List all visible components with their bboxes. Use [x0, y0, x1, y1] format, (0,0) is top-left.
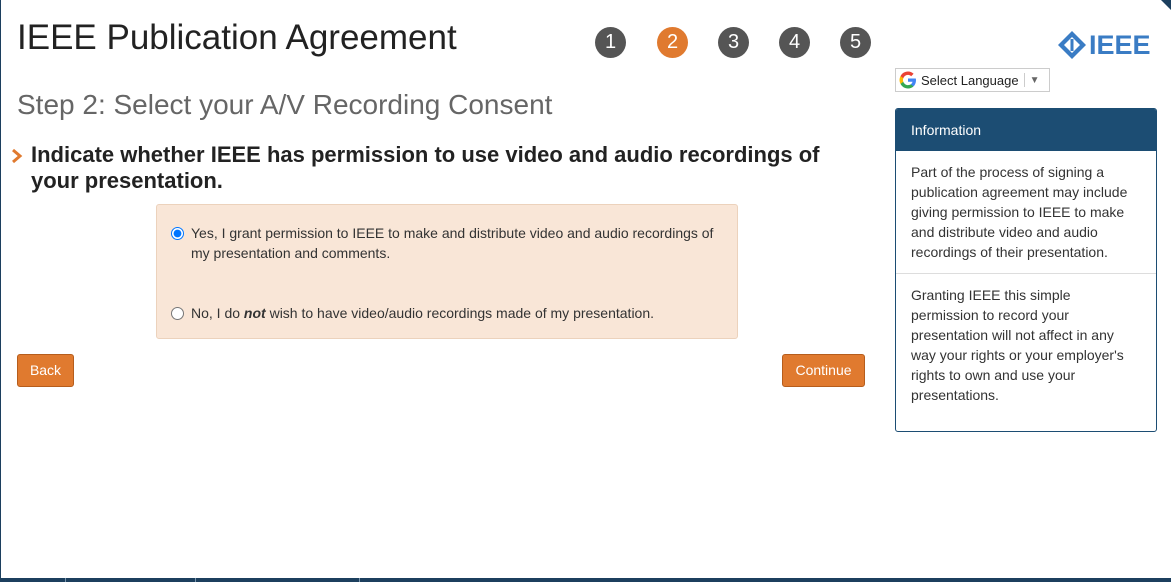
bottom-bar-divider: [195, 578, 196, 582]
option-no-label: No, I do not wish to have video/audio re…: [191, 303, 654, 323]
step-2-active[interactable]: 2: [657, 27, 688, 58]
information-paragraph: Granting IEEE this simple permission to …: [911, 287, 1124, 403]
information-panel: Information Part of the process of signi…: [895, 108, 1157, 432]
page-title: IEEE Publication Agreement: [17, 18, 457, 57]
option-no-prefix: No, I do: [191, 305, 244, 321]
step-5[interactable]: 5: [840, 27, 871, 58]
information-paragraph: Part of the process of signing a publica…: [896, 151, 1156, 274]
information-heading: Information: [896, 109, 1156, 151]
ieee-logo-text: IEEE: [1089, 29, 1151, 60]
google-g-icon: [899, 71, 916, 89]
window-corner: [1161, 0, 1171, 10]
step-3[interactable]: 3: [718, 27, 749, 58]
ieee-logo[interactable]: IEEE: [1057, 30, 1151, 60]
option-yes-label: Yes, I grant permission to IEEE to make …: [191, 225, 714, 261]
language-label: Select Language: [921, 72, 1019, 88]
bottom-bar-divider: [359, 578, 360, 582]
option-no-suffix: wish to have video/audio recordings made…: [265, 305, 655, 321]
question-text: Indicate whether IEEE has permission to …: [31, 142, 820, 193]
radio-yes[interactable]: [171, 227, 184, 240]
dropdown-arrow-icon: ▼: [1029, 74, 1040, 86]
continue-button[interactable]: Continue: [782, 354, 865, 387]
option-no[interactable]: No, I do not wish to have video/audio re…: [171, 303, 721, 323]
language-selector[interactable]: Select Language ▼: [895, 68, 1050, 92]
option-yes[interactable]: Yes, I grant permission to IEEE to make …: [171, 223, 721, 263]
question: Indicate whether IEEE has permission to …: [11, 142, 871, 194]
ieee-diamond-icon: [1058, 31, 1086, 59]
chevron-right-icon: [11, 142, 31, 170]
step-title: Step 2: Select your A/V Recording Consen…: [17, 89, 553, 120]
bottom-bar: [1, 578, 1171, 582]
radio-no[interactable]: [171, 307, 184, 320]
language-separator: [1023, 73, 1025, 87]
consent-options: Yes, I grant permission to IEEE to make …: [156, 204, 738, 339]
option-no-emphasis: not: [243, 305, 266, 321]
step-4[interactable]: 4: [779, 27, 810, 58]
bottom-bar-divider: [65, 578, 66, 582]
back-button[interactable]: Back: [17, 354, 74, 387]
step-1[interactable]: 1: [595, 27, 626, 58]
